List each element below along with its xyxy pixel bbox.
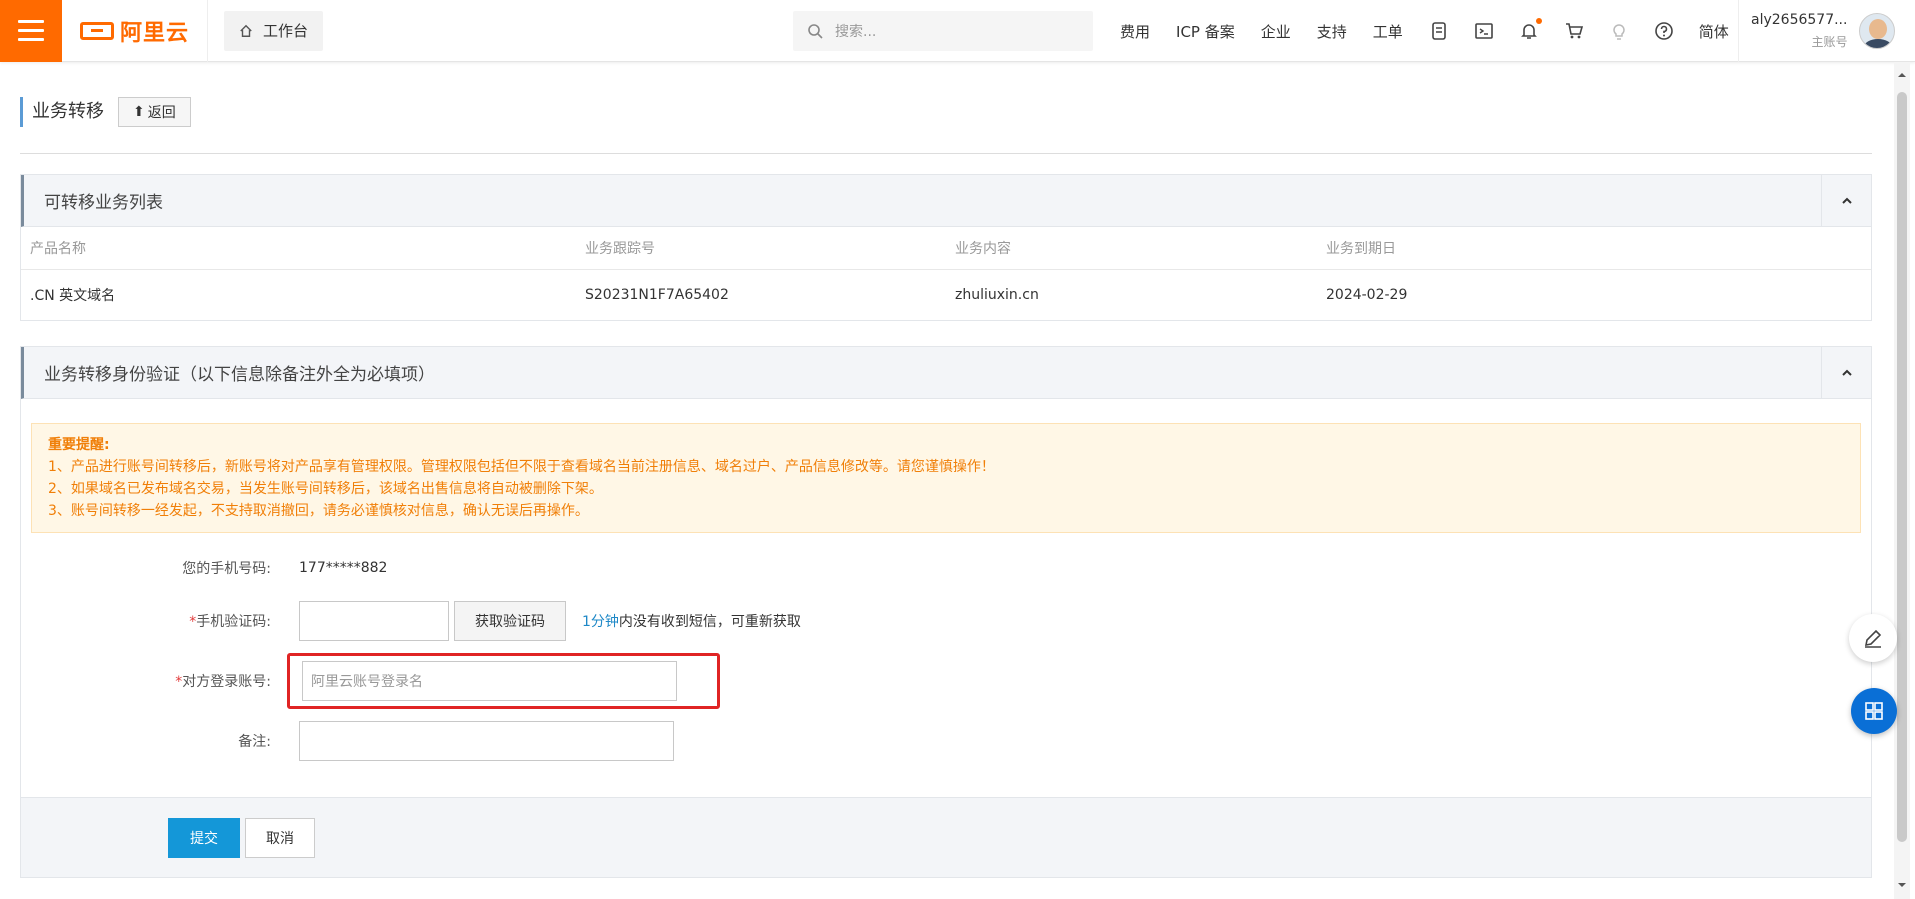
avatar[interactable] [1859,13,1896,49]
table-cell: .CN 英文域名 [30,287,116,304]
help-icon[interactable] [1654,21,1674,41]
user-name: aly2656577... [1751,12,1848,28]
bell-icon[interactable] [1519,18,1542,41]
table-cell: 2024-02-29 [1326,286,1408,303]
highlight-box: 阿里云账号登录名 [287,653,720,709]
phone-label: 您的手机号码: [182,561,271,577]
back-arrow-icon: ⬆ [133,103,145,120]
api-icon[interactable] [1429,21,1449,41]
nav-ticket[interactable]: 工单 [1373,21,1403,42]
notice-line: 2、如果域名已发布域名交易，当发生账号间转移后，该域名出售信息将自动被删除下架。 [48,481,603,497]
chevron-up-icon [1841,197,1852,204]
menu-icon[interactable] [0,0,62,62]
collapse-button[interactable] [1821,174,1871,227]
apps-button[interactable] [1851,688,1897,734]
workbench-button[interactable]: 工作台 [224,10,324,51]
table-cell: S20231N1F7A65402 [585,286,729,303]
nav-enterprise[interactable]: 企业 [1261,21,1291,42]
table-cell: zhuliuxin.cn [955,286,1039,303]
code-label: 手机验证码: [196,614,271,630]
aliyun-logo[interactable]: 阿里云 [62,0,209,62]
logo-text: 阿里云 [120,20,190,46]
scrollbar[interactable] [1894,62,1910,899]
verification-panel: 业务转移身份验证（以下信息除备注外全为必填项） 重要提醒: 1、产品进行账号间转… [20,346,1872,878]
main-content: 业务转移 ⬆ 返回 可转移业务列表 产品名称 业务跟踪号 业务内容 业务到期日 [20,62,1872,878]
workbench-label: 工作台 [263,22,309,40]
search-input[interactable]: 搜索... [793,11,1093,51]
account-label: 对方登录账号: [182,674,271,690]
nav-icp[interactable]: ICP 备案 [1176,21,1235,42]
account-label-wrap: *对方登录账号: [21,671,299,691]
collapse-button[interactable] [1821,346,1871,399]
language-switch[interactable]: 简体 [1699,21,1729,42]
remark-input[interactable] [299,721,674,761]
user-menu[interactable]: aly2656577... 主账号 [1738,0,1896,62]
phone-value: 177*****882 [299,560,388,576]
sms-code-input[interactable] [299,601,449,641]
nav-support[interactable]: 支持 [1317,21,1347,42]
scroll-down-icon[interactable] [1897,880,1907,890]
logo-mark-icon [80,21,114,40]
lightbulb-icon[interactable] [1609,21,1629,41]
scroll-thumb[interactable] [1897,92,1907,842]
notice-title: 重要提醒: [48,437,110,453]
resend-text: 内没有收到短信，可重新获取 [618,614,801,630]
terminal-icon[interactable] [1474,21,1494,41]
verification-title: 业务转移身份验证（以下信息除备注外全为必填项） [44,365,435,385]
notice-line: 1、产品进行账号间转移后，新账号将对产品享有管理权限。管理权限包括但不限于查看域… [48,459,995,475]
column-header: 业务内容 [946,227,1317,270]
cart-icon[interactable] [1564,21,1584,41]
nav-fees[interactable]: 费用 [1120,21,1150,42]
submit-button[interactable]: 提交 [168,817,240,858]
remark-row: 备注: [21,711,1871,771]
scroll-up-icon[interactable] [1897,70,1907,80]
code-row: *手机验证码: 获取验证码 1分钟内没有收到短信，可重新获取 [21,591,1871,651]
notice-line: 3、账号间转移一经发起，不支持取消撤回，请务必谨慎核对信息，确认无误后再操作。 [48,503,589,519]
search-placeholder: 搜索... [835,24,877,40]
resend-hint: 1分钟内没有收到短信，可重新获取 [582,611,801,631]
resend-countdown: 1分钟 [582,614,619,630]
back-label: 返回 [147,104,176,121]
cancel-button[interactable]: 取消 [245,817,315,858]
back-button[interactable]: ⬆ 返回 [118,96,191,127]
verification-form: 您的手机号码: 177*****882 *手机验证码: 获取验证码 1分钟内没有… [21,533,1871,797]
target-account-input[interactable]: 阿里云账号登录名 [302,661,677,701]
form-actions: 提交 取消 [21,797,1871,877]
transfer-list-header: 可转移业务列表 [21,174,1871,227]
column-header: 业务到期日 [1317,227,1871,270]
table-header-row: 产品名称 业务跟踪号 业务内容 业务到期日 [21,227,1871,270]
page-header: 业务转移 ⬆ 返回 [20,62,1872,154]
chevron-up-icon [1841,369,1852,376]
column-header: 产品名称 [21,227,576,270]
top-nav: 费用 ICP 备案 企业 支持 工单 简体 [1120,0,1729,62]
phone-row: 您的手机号码: 177*****882 [21,545,1871,591]
page-title: 业务转移 [20,96,104,127]
get-code-button[interactable]: 获取验证码 [454,601,566,641]
code-label-wrap: *手机验证码: [21,611,299,631]
table-row: .CN 英文域名 S20231N1F7A65402 zhuliuxin.cn 2… [21,269,1871,320]
grid-icon [1865,702,1883,720]
edit-icon [1864,629,1882,648]
column-header: 业务跟踪号 [576,227,946,270]
account-row: *对方登录账号: 阿里云账号登录名 [21,651,1871,711]
transfer-list-title: 可转移业务列表 [44,193,163,213]
search-icon [808,24,823,39]
remark-label: 备注: [238,734,271,750]
home-icon [240,24,252,37]
user-role: 主账号 [1811,35,1848,49]
verification-header: 业务转移身份验证（以下信息除备注外全为必填项） [21,346,1871,399]
transfer-list-panel: 可转移业务列表 产品名称 业务跟踪号 业务内容 业务到期日 .CN 英文域名 S… [20,174,1872,321]
feedback-button[interactable] [1849,614,1897,662]
transfer-table: 产品名称 业务跟踪号 业务内容 业务到期日 .CN 英文域名 S20231N1F… [21,227,1871,320]
warning-notice: 重要提醒: 1、产品进行账号间转移后，新账号将对产品享有管理权限。管理权限包括但… [31,423,1861,533]
notification-dot [1535,18,1542,24]
